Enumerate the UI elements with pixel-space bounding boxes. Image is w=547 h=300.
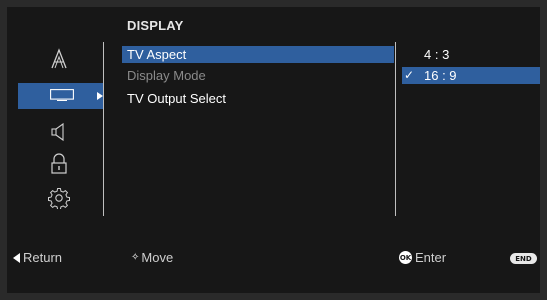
settings-gear-icon[interactable] — [45, 187, 73, 209]
sidebar — [7, 7, 104, 227]
footer-bar: Return ✧ Move OK Enter END — [7, 247, 540, 269]
enter-label: Enter — [415, 250, 447, 265]
tv-osd-screen: DISPLAY TV Aspect Display Mode TV Output… — [7, 7, 540, 293]
lock-icon[interactable] — [45, 153, 73, 175]
return-button[interactable]: Return — [13, 250, 62, 265]
sidebar-item-display[interactable] — [18, 83, 104, 109]
arrow-left-icon — [13, 252, 20, 263]
move-arrows-icon: ✧ — [131, 252, 140, 263]
display-icon — [50, 89, 74, 101]
speaker-icon[interactable] — [45, 121, 73, 143]
move-hint: ✧ Move — [131, 250, 173, 265]
ok-button-icon: OK — [399, 251, 412, 264]
page-title: DISPLAY — [127, 18, 184, 33]
divider-right — [395, 42, 396, 216]
option-4-3[interactable]: 4 : 3 — [402, 46, 540, 63]
menu-item-tv-output-select[interactable]: TV Output Select — [122, 90, 394, 107]
option-label: 16 : 9 — [424, 68, 457, 83]
option-label: 4 : 3 — [424, 47, 450, 62]
picture-icon[interactable] — [45, 48, 73, 70]
checkmark-icon: ✓ — [404, 68, 415, 82]
option-16-9[interactable]: ✓ 16 : 9 — [402, 67, 540, 84]
enter-button[interactable]: OK Enter — [399, 250, 446, 265]
divider-left — [103, 42, 104, 216]
move-label: Move — [141, 250, 174, 265]
menu-item-display-mode: Display Mode — [127, 68, 206, 83]
return-label: Return — [23, 250, 63, 265]
end-button[interactable]: END — [510, 253, 537, 264]
menu-item-tv-aspect[interactable]: TV Aspect — [122, 46, 394, 63]
